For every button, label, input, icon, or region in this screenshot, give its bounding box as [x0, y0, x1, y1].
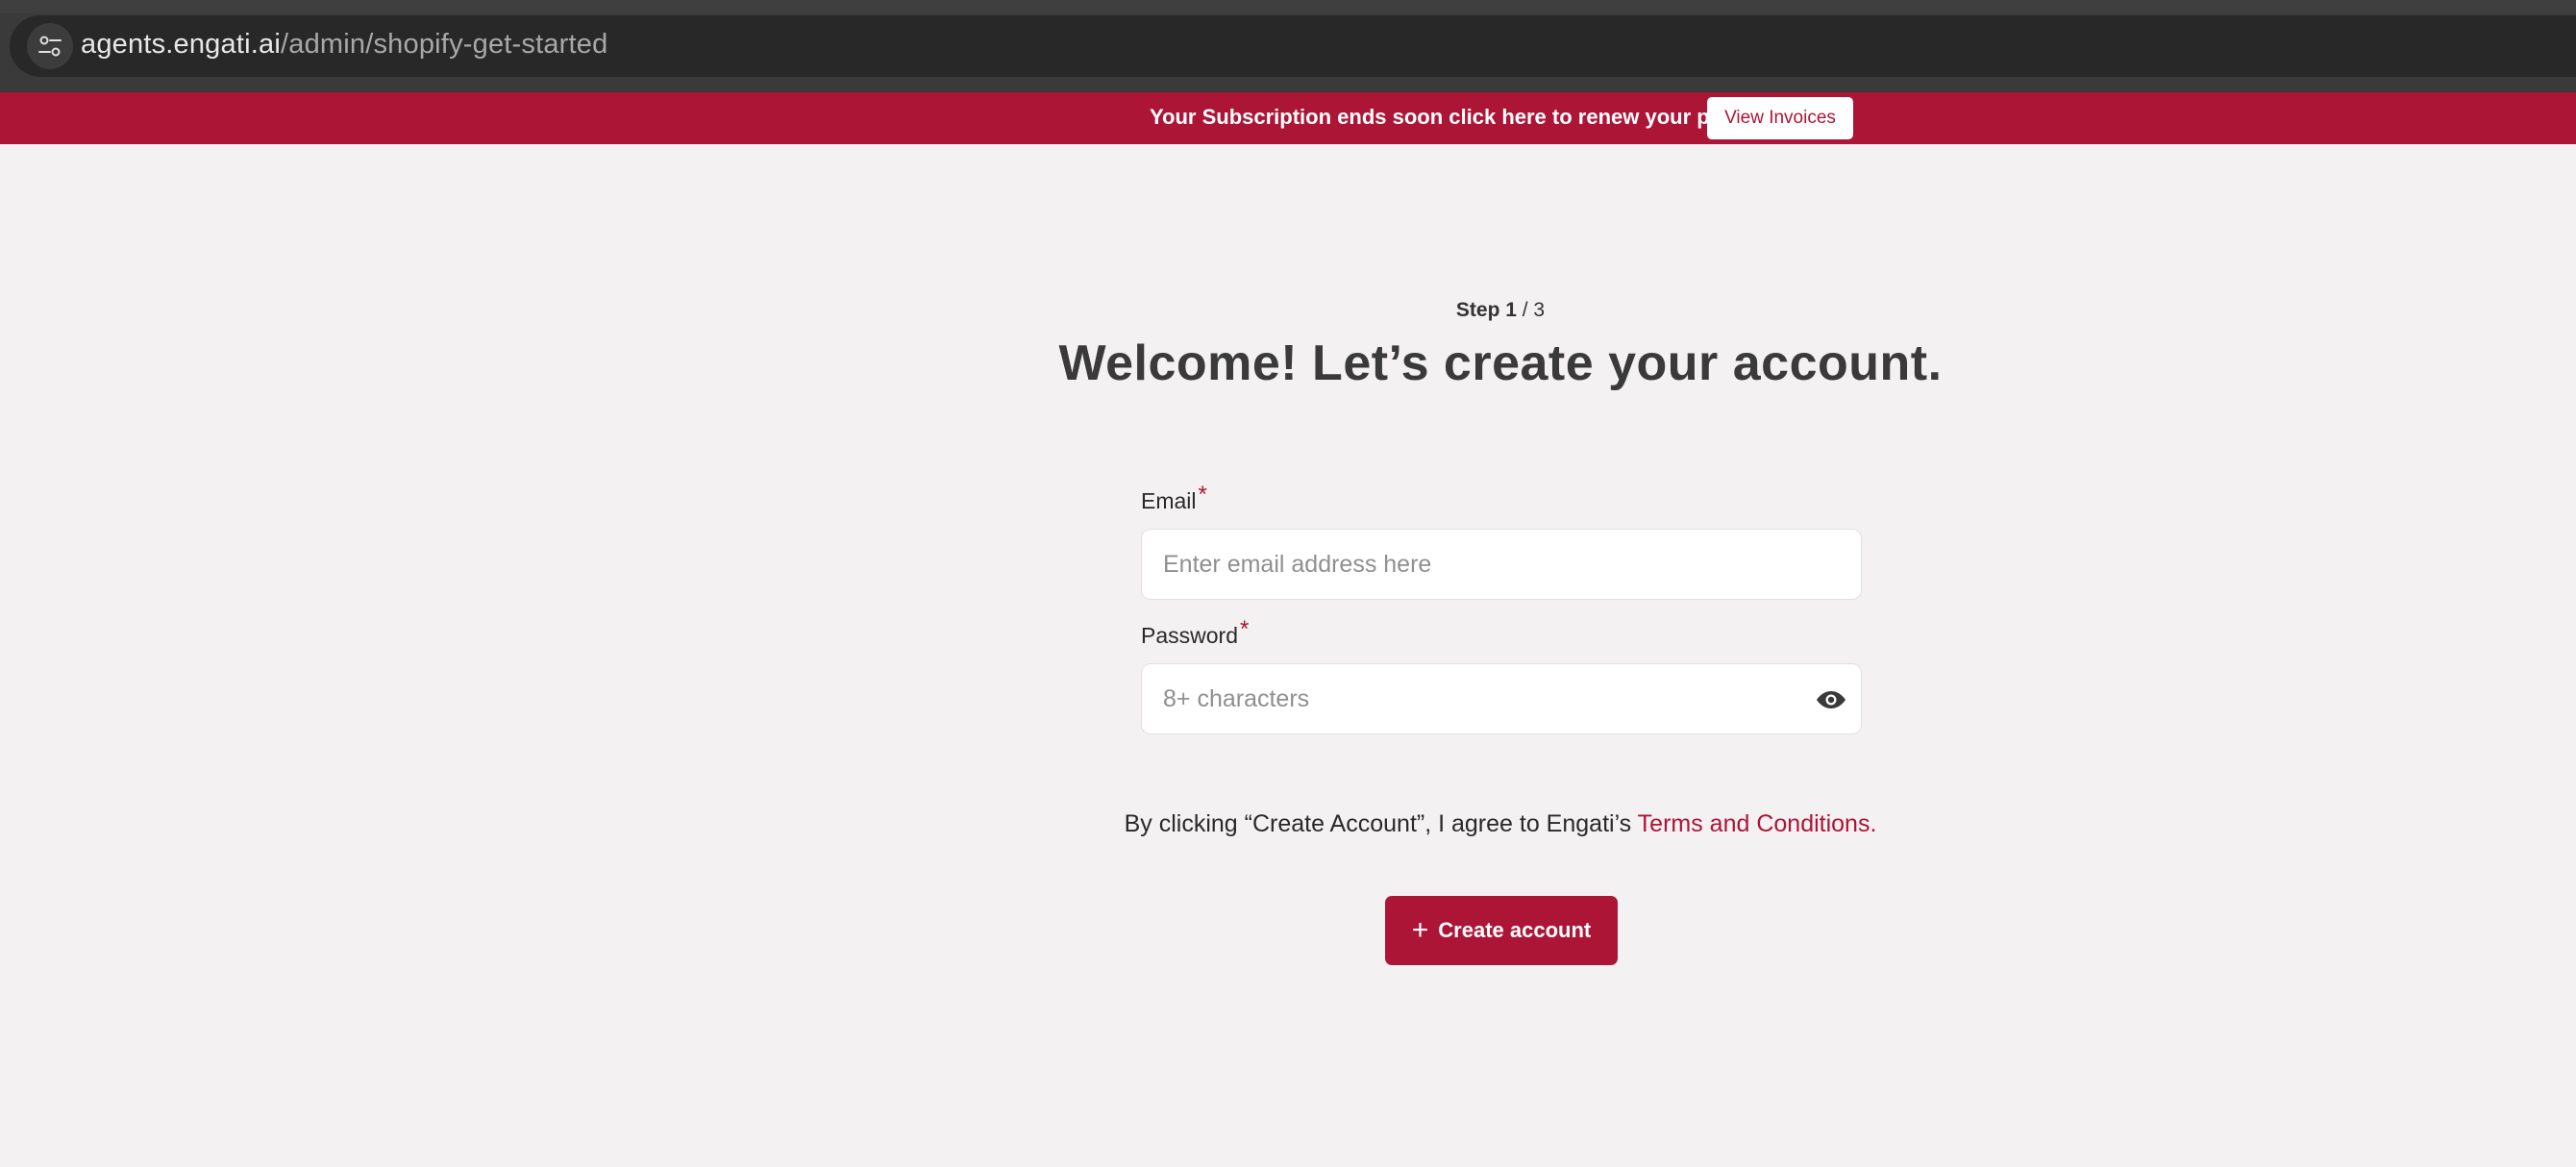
password-field[interactable] [1141, 663, 1862, 734]
password-label: Password* [1141, 616, 1249, 650]
plus-icon: + [1411, 914, 1429, 946]
url-path: /admin/shopify-get-started [280, 29, 608, 60]
eye-icon[interactable] [1815, 683, 1847, 716]
terms-prefix: By clicking “Create Account”, I agree to… [1124, 810, 1638, 837]
terms-text: By clicking “Create Account”, I agree to… [0, 810, 2576, 838]
email-label-text: Email [1141, 488, 1197, 513]
url-text[interactable]: agents.engati.ai/admin/shopify-get-start… [81, 29, 607, 61]
terms-link[interactable]: Terms and Conditions. [1638, 810, 1877, 837]
create-account-label: Create account [1438, 918, 1592, 942]
create-account-button[interactable]: + Create account [1385, 896, 1618, 965]
address-bar[interactable]: agents.engati.ai/admin/shopify-get-start… [10, 15, 2576, 77]
email-field[interactable] [1141, 529, 1862, 600]
email-required-mark: * [1198, 482, 1207, 508]
view-invoices-button[interactable]: View Invoices [1707, 97, 1853, 139]
email-label: Email* [1141, 482, 1207, 515]
step-indicator: Step 1 / 3 [0, 299, 2576, 322]
subscription-banner[interactable]: Your Subscription ends soon click here t… [0, 92, 2576, 144]
step-current: Step 1 [1455, 299, 1517, 321]
url-host: agents.engati.ai [81, 29, 281, 60]
password-required-mark: * [1239, 616, 1250, 642]
password-label-text: Password [1141, 623, 1238, 648]
password-input[interactable] [1163, 664, 1797, 733]
step-total: / 3 [1516, 299, 1546, 321]
tune-icon[interactable] [27, 23, 73, 69]
page-title: Welcome! Let’s create your account. [1058, 335, 1943, 391]
browser-toolbar: agents.engati.ai/admin/shopify-get-start… [0, 0, 2576, 92]
email-input[interactable] [1163, 530, 1797, 599]
tab-strip [0, 0, 2576, 13]
banner-message[interactable]: Your Subscription ends soon click here t… [1150, 105, 1741, 130]
